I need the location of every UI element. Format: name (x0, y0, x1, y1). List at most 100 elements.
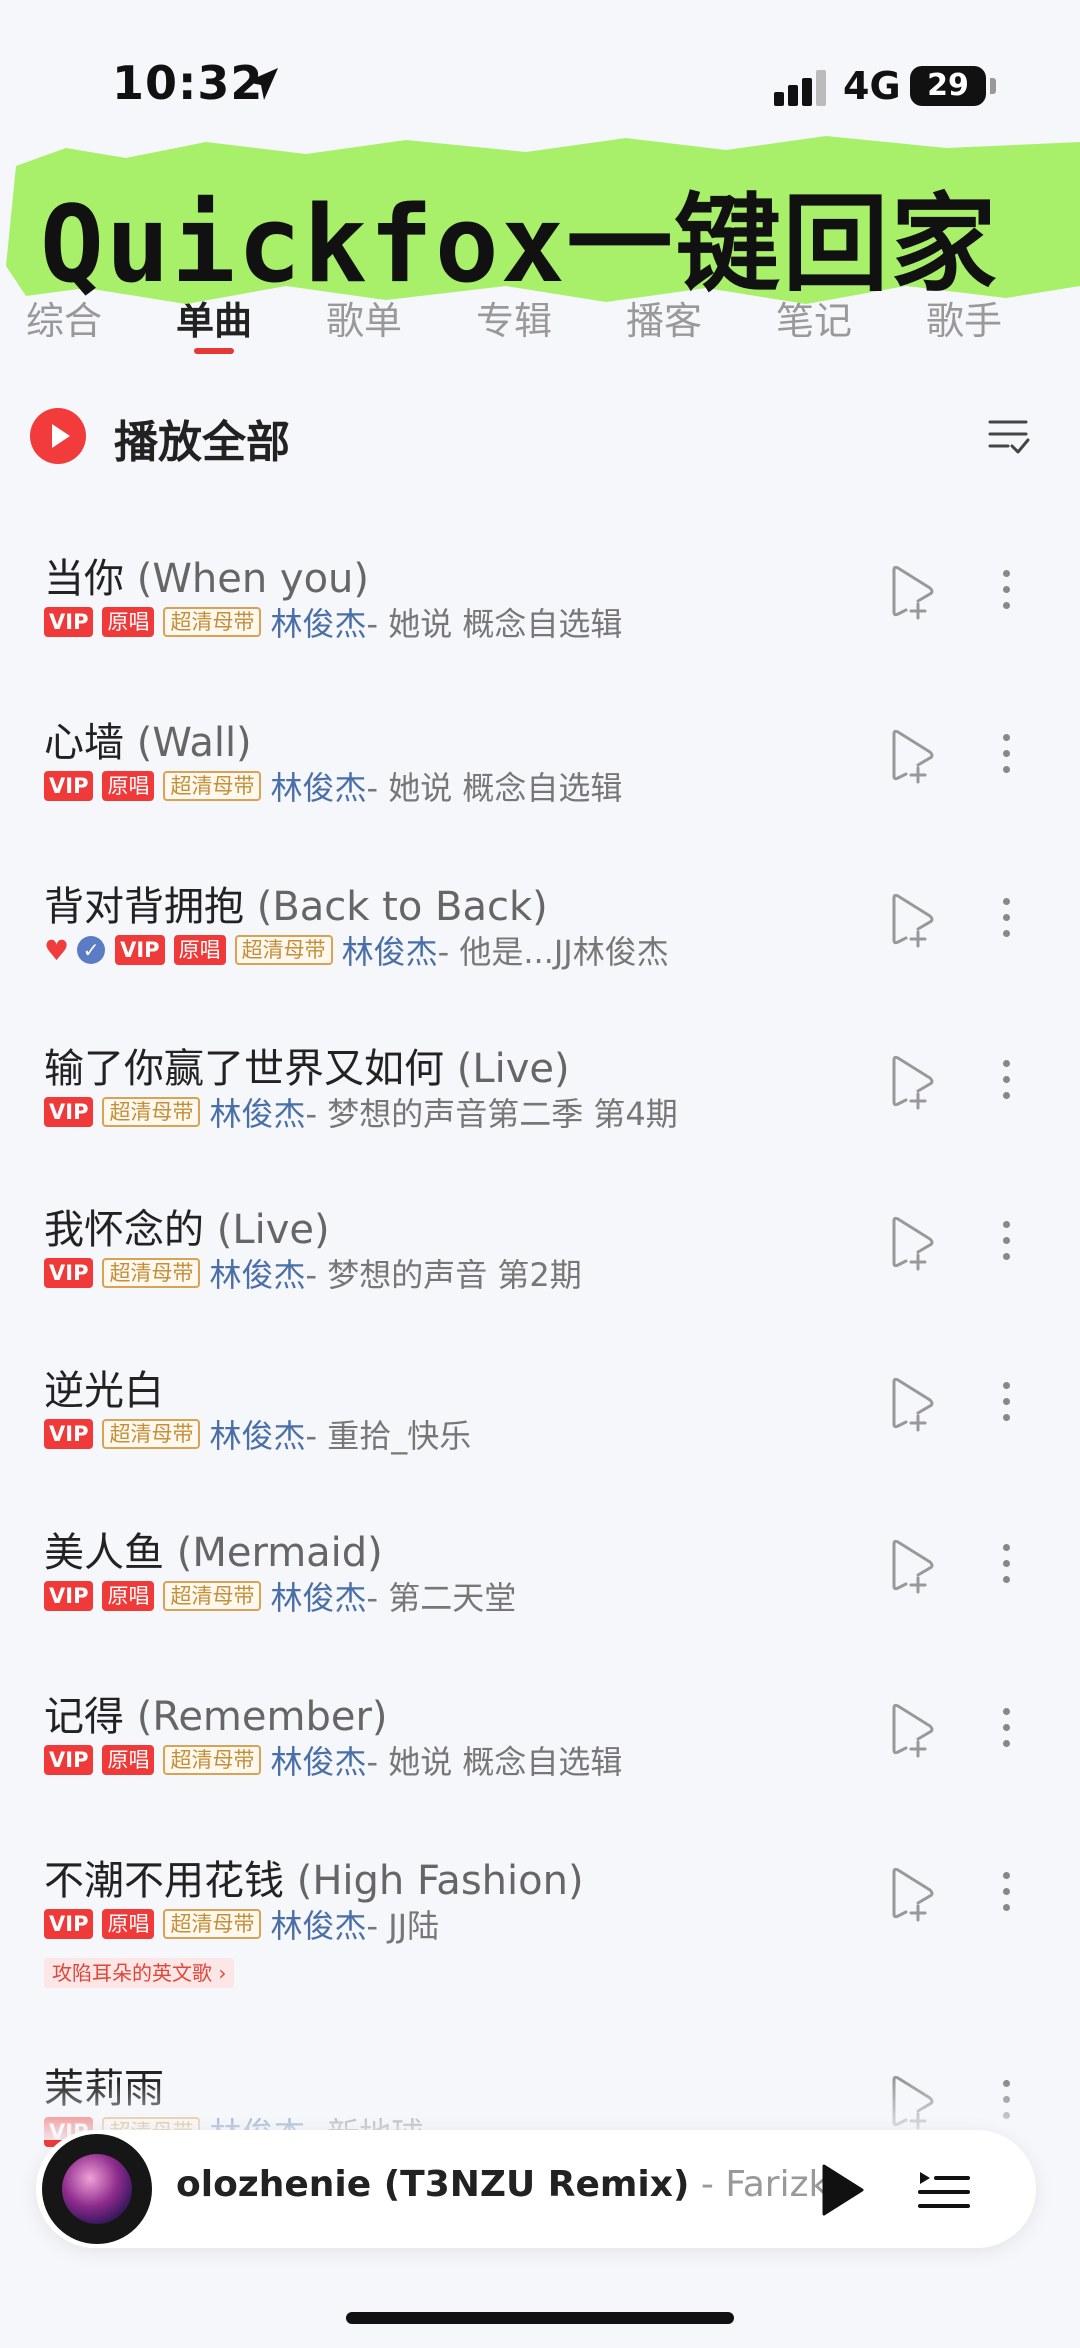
play-all-row[interactable]: 播放全部 (30, 404, 1050, 468)
more-vertical-icon[interactable] (996, 734, 1016, 782)
tag-badge: VIP (44, 1909, 94, 1939)
song-title: 记得 (Remember) (44, 1684, 388, 1742)
song-album: - 梦想的声音 第2期 (305, 1256, 582, 1294)
network-type: 4G (843, 64, 901, 108)
song-artist[interactable]: 林俊杰 (270, 763, 366, 809)
tag-badge: 超清母带 (163, 771, 262, 801)
song-meta: VIP 超清母带 林俊杰 - 梦想的声音第二季 第4期 (44, 1094, 678, 1133)
heart-icon: ♥ (44, 933, 70, 967)
more-vertical-icon[interactable] (996, 1060, 1016, 1108)
song-title: 心墙 (Wall) (44, 710, 252, 768)
song-title-cn: 当你 (44, 556, 124, 602)
album-art[interactable] (42, 2134, 152, 2244)
song-artist[interactable]: 林俊杰 (270, 1573, 366, 1619)
tag-badge: 超清母带 (234, 935, 333, 965)
play-all-label: 播放全部 (114, 417, 290, 468)
song-title-cn: 不潮不用花钱 (44, 1858, 284, 1904)
add-to-playlist-icon[interactable] (886, 892, 936, 948)
tag-badge: 超清母带 (163, 1581, 262, 1611)
song-artist[interactable]: 林俊杰 (209, 1089, 305, 1135)
playlist-icon[interactable] (916, 2166, 972, 2214)
song-title: 我怀念的 (Live) (44, 1197, 330, 1255)
tag-badge: VIP (44, 1419, 94, 1449)
tag-badge: 超清母带 (102, 1419, 201, 1449)
add-to-playlist-icon[interactable] (886, 1702, 936, 1758)
tag-badge: 原唱 (102, 607, 155, 637)
song-title-cn: 输了你赢了世界又如何 (44, 1046, 444, 1092)
tag-badge: 超清母带 (102, 1097, 201, 1127)
add-to-playlist-icon[interactable] (886, 564, 936, 620)
more-vertical-icon[interactable] (996, 570, 1016, 618)
song-title-en: (Wall) (136, 720, 252, 766)
song-title-en: (Live) (456, 1046, 570, 1092)
more-vertical-icon[interactable] (996, 1708, 1016, 1756)
sort-list-icon[interactable] (986, 414, 1032, 460)
add-to-playlist-icon[interactable] (886, 728, 936, 784)
song-meta: VIP 原唱 超清母带 林俊杰 - JJ陆 (44, 1906, 439, 1945)
song-artist[interactable]: 林俊杰 (209, 1250, 305, 1296)
song-artist[interactable]: 林俊杰 (270, 1737, 366, 1783)
song-row[interactable]: 不潮不用花钱 (High Fashion) VIP 原唱 超清母带 林俊杰 - JJ陆攻… (0, 1848, 1080, 2008)
more-vertical-icon[interactable] (996, 1544, 1016, 1592)
song-artist[interactable]: 林俊杰 (270, 599, 366, 645)
song-title: 当你 (When you) (44, 546, 369, 604)
song-row[interactable]: 记得 (Remember) VIP 原唱 超清母带 林俊杰 - 她说 概念自选辑 (0, 1684, 1080, 1844)
add-to-playlist-icon[interactable] (886, 1376, 936, 1432)
song-artist[interactable]: 林俊杰 (342, 927, 438, 973)
home-indicator (346, 2312, 734, 2324)
add-to-playlist-icon[interactable] (886, 1054, 936, 1110)
song-meta: VIP 超清母带 林俊杰 - 重拾_快乐 (44, 1416, 471, 1455)
tag-badge: 原唱 (173, 935, 226, 965)
tag-badge: VIP (44, 1581, 94, 1611)
battery-nub (990, 78, 996, 94)
more-vertical-icon[interactable] (996, 1221, 1016, 1269)
play-icon[interactable] (30, 408, 86, 464)
song-title-en: (High Fashion) (296, 1858, 584, 1904)
song-album: - 她说 概念自选辑 (366, 1743, 623, 1781)
song-title-en: (When you) (136, 556, 370, 602)
tag-badge: 原唱 (102, 1745, 155, 1775)
tag-badge: VIP (44, 1258, 94, 1288)
song-artist[interactable]: 林俊杰 (270, 1901, 366, 1947)
song-title: 不潮不用花钱 (High Fashion) (44, 1848, 584, 1906)
song-title: 逆光白 (44, 1358, 164, 1416)
song-title-cn: 背对背拥抱 (44, 884, 244, 930)
add-to-playlist-icon[interactable] (886, 1538, 936, 1594)
banner-title: Quickfox一键回家 (40, 183, 999, 306)
location-arrow-icon (246, 68, 278, 100)
song-album: - 他是...JJ林俊杰 (437, 933, 669, 971)
song-row[interactable]: 心墙 (Wall) VIP 原唱 超清母带 林俊杰 - 她说 概念自选辑 (0, 710, 1080, 870)
song-album: - 重拾_快乐 (305, 1417, 472, 1455)
song-title-en: (Back to Back) (256, 884, 548, 930)
song-album: - 她说 概念自选辑 (366, 769, 623, 807)
status-bar: 10:32 4G 29 (0, 0, 1080, 150)
now-playing[interactable]: olozhenie (T3NZU Remix) - Farizki (176, 2164, 826, 2205)
more-vertical-icon[interactable] (996, 1872, 1016, 1920)
now-playing-artist: - Farizki (689, 2164, 826, 2205)
song-row[interactable]: 我怀念的 (Live) VIP 超清母带 林俊杰 - 梦想的声音 第2期 (0, 1197, 1080, 1357)
song-row[interactable]: 当你 (When you) VIP 原唱 超清母带 林俊杰 - 她说 概念自选辑 (0, 546, 1080, 706)
more-vertical-icon[interactable] (996, 898, 1016, 946)
signal-icon (774, 70, 826, 106)
song-row[interactable]: 逆光白 VIP 超清母带 林俊杰 - 重拾_快乐 (0, 1358, 1080, 1518)
mini-player[interactable]: olozhenie (T3NZU Remix) - Farizki (36, 2130, 1036, 2248)
song-meta: ♥ ✓ VIP 原唱 超清母带 林俊杰 - 他是...JJ林俊杰 (44, 932, 669, 971)
tag-badge: VIP (44, 1097, 94, 1127)
song-album: - 她说 概念自选辑 (366, 605, 623, 643)
playlist-tag[interactable]: 攻陷耳朵的英文歌 › (44, 1958, 235, 1988)
song-row[interactable]: 输了你赢了世界又如何 (Live) VIP 超清母带 林俊杰 - 梦想的声音第二季 第… (0, 1036, 1080, 1196)
song-title-cn: 美人鱼 (44, 1530, 164, 1576)
tag-badge: VIP (115, 935, 165, 965)
song-album: - 第二天堂 (366, 1579, 517, 1617)
song-artist[interactable]: 林俊杰 (209, 1411, 305, 1457)
play-icon[interactable] (816, 2162, 866, 2218)
add-to-playlist-icon[interactable] (886, 1215, 936, 1271)
tag-badge: 原唱 (102, 1909, 155, 1939)
active-tab-indicator (194, 348, 234, 354)
song-meta: VIP 原唱 超清母带 林俊杰 - 她说 概念自选辑 (44, 604, 622, 643)
song-row[interactable]: 背对背拥抱 (Back to Back) ♥ ✓ VIP 原唱 超清母带 林俊杰 - 他是.… (0, 874, 1080, 1034)
song-row[interactable]: 美人鱼 (Mermaid) VIP 原唱 超清母带 林俊杰 - 第二天堂 (0, 1520, 1080, 1680)
add-to-playlist-icon[interactable] (886, 1866, 936, 1922)
tag-badge: 超清母带 (163, 1745, 262, 1775)
more-vertical-icon[interactable] (996, 1382, 1016, 1430)
